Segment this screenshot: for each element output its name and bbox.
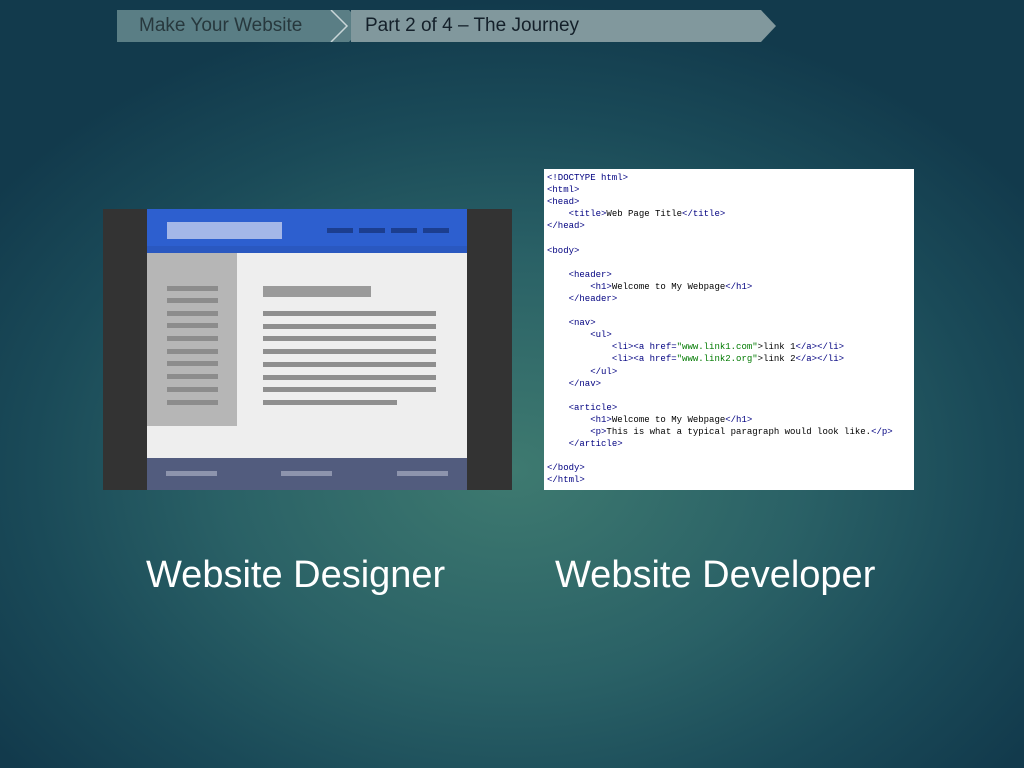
mockup-content-line	[263, 336, 436, 341]
breadcrumb-item-make-your-website[interactable]: Make Your Website	[117, 10, 349, 42]
mockup-content-line	[263, 375, 436, 380]
breadcrumb-item-current[interactable]: Part 2 of 4 – The Journey	[351, 10, 761, 42]
code-line: <article>	[568, 402, 618, 413]
code-line: <header>	[568, 269, 612, 280]
code-line: </body>	[547, 463, 585, 474]
mockup-footer-line	[166, 471, 217, 476]
mockup-footer-line	[281, 471, 332, 476]
code-line: <h1>Welcome to My Webpage</h1>	[590, 414, 753, 425]
mockup-sidebar	[147, 253, 237, 426]
code-line: <body>	[547, 245, 580, 256]
code-line: <html>	[547, 185, 580, 196]
mockup-nav-item	[327, 228, 353, 233]
mockup-screen	[147, 209, 467, 490]
code-line: </header>	[568, 293, 618, 304]
html-code-image: <!DOCTYPE html> <html> <head> <title>Web…	[544, 169, 914, 490]
mockup-content-title	[263, 286, 371, 297]
mockup-sidebar-line	[167, 387, 218, 392]
mockup-nav-item	[423, 228, 449, 233]
code-line: </nav>	[568, 378, 602, 389]
mockup-logo-block	[167, 222, 282, 239]
mockup-content-line	[263, 362, 436, 367]
mockup-content-line	[263, 349, 436, 354]
code-line: <ul>	[590, 330, 612, 341]
mockup-sidebar-line	[167, 336, 218, 341]
website-designer-caption: Website Designer	[146, 554, 446, 596]
mockup-sidebar-line	[167, 323, 218, 328]
code-line: <!DOCTYPE html>	[547, 173, 629, 183]
breadcrumb-item-label: Part 2 of 4 – The Journey	[365, 15, 580, 36]
mockup-nav-item	[391, 228, 417, 233]
code-line: <nav>	[568, 318, 596, 329]
mockup-footer-line	[397, 471, 448, 476]
code-line: <head>	[547, 197, 580, 208]
mockup-header	[147, 209, 467, 253]
website-wireframe-image	[103, 209, 512, 490]
mockup-content-line	[263, 311, 436, 316]
mockup-sidebar-line	[167, 361, 218, 366]
mockup-content-line	[263, 400, 397, 405]
mockup-sidebar-line	[167, 349, 218, 354]
code-line: <title>Web Page Title</title>	[568, 209, 726, 220]
code-line: </article>	[568, 439, 623, 450]
mockup-nav-item	[359, 228, 385, 233]
code-line: <p>This is what a typical paragraph woul…	[590, 426, 893, 437]
mockup-content-line	[263, 387, 436, 392]
mockup-content-line	[263, 324, 436, 329]
mockup-sidebar-line	[167, 400, 218, 405]
breadcrumb-item-label: Make Your Website	[139, 15, 303, 36]
code-line: </head>	[547, 221, 585, 232]
mockup-sidebar-line	[167, 311, 218, 316]
mockup-sidebar-line	[167, 286, 218, 291]
code-line: <h1>Welcome to My Webpage</h1>	[590, 281, 753, 292]
code-line: <li><a href="www.link1.com">link 1</a></…	[611, 342, 845, 353]
code-listing: <!DOCTYPE html> <html> <head> <title>Web…	[547, 172, 893, 486]
code-line: </html>	[547, 475, 585, 486]
code-line: <li><a href="www.link2.org">link 2</a></…	[611, 354, 845, 365]
mockup-sidebar-line	[167, 374, 218, 379]
mockup-footer	[147, 458, 467, 490]
breadcrumb-end-icon	[761, 10, 776, 42]
mockup-sidebar-line	[167, 298, 218, 303]
website-developer-caption: Website Developer	[555, 554, 876, 596]
code-line: </ul>	[590, 366, 618, 377]
mockup-header-shade	[147, 246, 467, 253]
